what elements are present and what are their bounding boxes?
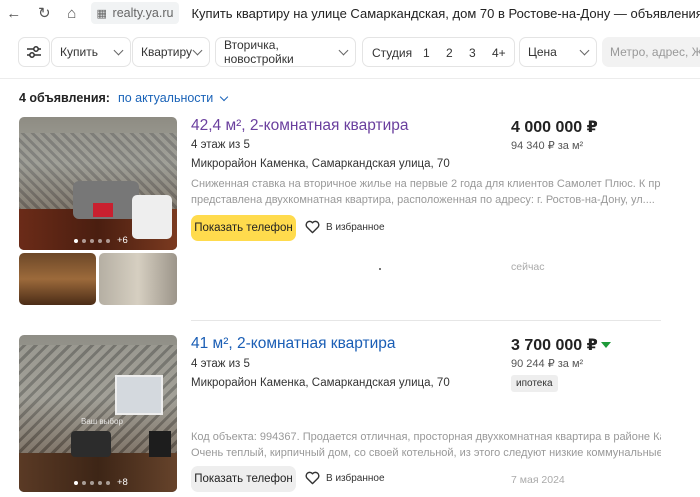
favorite-label: В избранное [326,221,385,233]
listing-2-address: Микрорайон Каменка, Самаркандская улица,… [191,377,450,389]
sort-dropdown[interactable]: по актуальности [118,91,213,105]
listing-1-address: Микрорайон Каменка, Самаркандская улица,… [191,158,450,170]
room-option-4plus[interactable]: 4+ [492,46,506,60]
listing-1-price-per-m2: 94 340 ₽ за м² [511,140,584,152]
browser-toolbar: ← ↻ ⌂ ▦ realty.ya.ru Купить квартиру на … [0,0,700,26]
price-select[interactable]: Цена [519,37,597,67]
price-down-icon [601,342,611,348]
page-title: Купить квартиру на улице Самаркандская, … [191,5,700,21]
listing-2-favorite-button[interactable]: В избранное [305,471,385,485]
results-count: 4 объявления: [19,91,110,105]
listing-2-floor: 4 этаж из 5 [191,358,250,370]
listing-2-description: Код объекта: 994367. Продается отличная,… [191,431,661,459]
listing-2-photo-watermark: Ваш выбор [81,417,123,426]
market-type-label: Вторичка, новостройки [224,38,294,66]
filter-bar: Купить Квартиру Вторичка, новостройки Ст… [0,37,700,69]
listing-1-date: сейчас [511,261,545,273]
listing-2-title-link[interactable]: 41 м², 2-комнатная квартира [191,335,396,353]
listing-1-show-phone-button[interactable]: Показать телефон [191,215,296,241]
chevron-down-icon [113,45,124,56]
chevron-down-icon[interactable] [220,92,229,101]
price-label: Цена [528,45,557,59]
listing-1-floor: 4 этаж из 5 [191,139,250,151]
chevron-down-icon [579,45,590,56]
property-type-select[interactable]: Квартиру [132,37,210,67]
listing-2-mortgage-badge: ипотека [511,375,558,392]
listing-1-description: Сниженная ставка на вторичное жилье на п… [191,178,661,206]
home-icon[interactable]: ⌂ [61,2,83,24]
listing-1-thumb-1[interactable] [19,253,96,305]
rooms-selector: Студия 1 2 3 4+ [362,37,515,67]
site-info-icon[interactable]: ▦ [97,7,107,20]
listing-2-main-photo[interactable]: Ваш выбор [19,335,177,492]
market-type-select[interactable]: Вторичка, новостройки [215,37,356,67]
room-option-1[interactable]: 1 [423,46,430,60]
heart-icon [305,471,320,485]
property-type-label: Квартиру [141,45,193,59]
listing-2-price-per-m2: 90 244 ₽ за м² [511,358,584,370]
results-summary: 4 объявления: по актуальности [19,91,229,105]
chevron-down-icon [192,45,203,56]
deal-type-label: Купить [60,45,98,59]
room-option-2[interactable]: 2 [446,46,453,60]
listing-2-photo-more: +8 [117,477,128,488]
back-arrow-icon[interactable]: ← [3,2,25,24]
reload-icon[interactable]: ↻ [34,2,56,24]
listing-1-price: 4 000 000 ₽ [511,119,598,136]
listing-2-price: 3 700 000 ₽ [511,337,598,354]
favorite-label: В избранное [326,472,385,484]
listing-1-thumb-2[interactable] [99,253,177,305]
heart-icon [305,220,320,234]
listing-1-favorite-button[interactable]: В избранное [305,220,385,234]
address-bar[interactable]: ▦ realty.ya.ru [90,2,180,24]
listing-2-date: 7 мая 2024 [511,474,565,486]
room-option-studio[interactable]: Студия [372,46,412,60]
listing-1-main-photo[interactable] [19,117,177,250]
location-search-input[interactable] [602,37,700,67]
listing-2-photo-pagination[interactable]: +8 [74,477,128,488]
filter-settings-button[interactable] [18,37,50,67]
listing-separator [191,320,661,321]
header-divider [0,78,700,79]
listing-2-show-phone-button[interactable]: Показать телефон [191,466,296,492]
listing-1-photo-more: +6 [117,235,128,246]
sliders-icon [27,46,41,58]
url-domain: realty.ya.ru [112,6,174,20]
listing-1-title-link[interactable]: 42,4 м², 2-комнатная квартира [191,117,408,135]
listing-1-photo-pagination[interactable]: +6 [74,235,128,246]
room-option-3[interactable]: 3 [469,46,476,60]
deal-type-select[interactable]: Купить [51,37,131,67]
